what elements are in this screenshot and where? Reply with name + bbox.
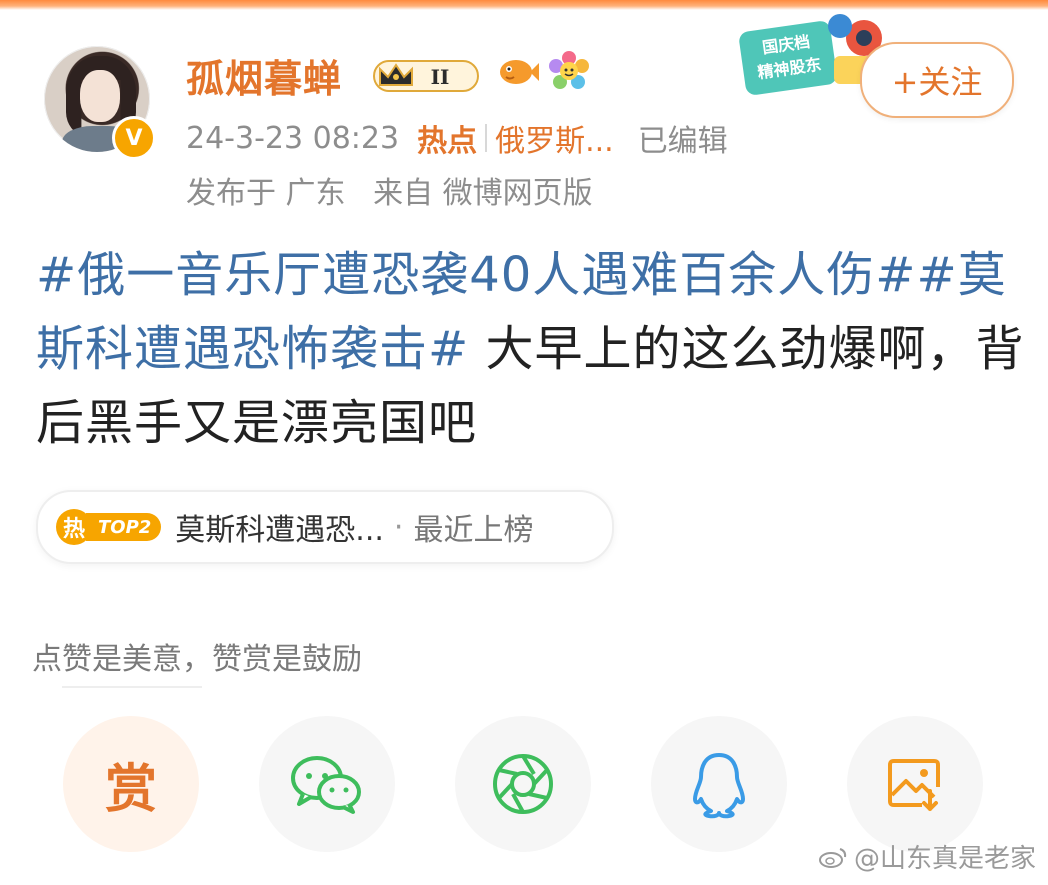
post-source: 来自 微博网页版 — [373, 176, 593, 211]
topic-separator: · — [393, 509, 404, 545]
post-content: #俄一音乐厅遭恐袭40人遇难百余人伤##莫斯科遭遇恐怖袭击# 大早上的这么劲爆啊… — [36, 238, 1026, 460]
watermark-text: @山东真是老家 — [853, 844, 1036, 874]
member-crown-badge-icon[interactable]: II — [372, 55, 482, 95]
post-location: 发布于 广东 — [186, 176, 346, 211]
share-wechat-button[interactable] — [259, 716, 395, 852]
flower-badge-icon[interactable] — [548, 50, 590, 92]
follow-button[interactable]: +关注 — [860, 42, 1014, 118]
hot-rank-badge: 热 TOP2 — [56, 509, 162, 545]
follow-button-label: +关注 — [891, 63, 983, 101]
edited-label[interactable]: 已编辑 — [638, 116, 728, 160]
weibo-logo-icon — [818, 847, 847, 868]
post-timestamp: 24-3-23 08:23 — [186, 120, 400, 156]
hot-topic-link[interactable]: 俄罗斯... — [495, 116, 614, 160]
share-moments-button[interactable] — [455, 716, 591, 852]
topic-title: 莫斯科遭遇恐... — [175, 513, 384, 548]
post-origin-line: 发布于 广东 来自 微博网页版 — [186, 168, 611, 212]
verified-badge-icon: V — [112, 116, 156, 160]
level-badge-text: II — [431, 65, 450, 89]
username[interactable]: 孤烟暮蝉 — [186, 48, 342, 103]
post-meta-line: 24-3-23 08:23 热点 俄罗斯... 已编辑 — [186, 116, 728, 160]
wechat-icon — [291, 756, 361, 814]
top-edge-decoration — [0, 0, 1048, 10]
hot-label[interactable]: 热点 — [417, 116, 477, 160]
save-image-icon — [888, 759, 940, 811]
topic-status: 最近上榜 — [413, 513, 534, 548]
reward-button[interactable]: 赏 — [63, 716, 199, 852]
reward-icon: 赏 — [104, 759, 157, 820]
rank-label: TOP2 — [86, 513, 162, 541]
save-image-button[interactable] — [847, 716, 983, 852]
hashtag-link[interactable]: #俄一音乐厅遭恐袭40人遇难百余人伤# — [36, 247, 917, 303]
fish-badge-icon[interactable] — [496, 52, 540, 92]
reward-divider — [62, 686, 202, 688]
meta-divider — [485, 124, 488, 152]
hot-topic-card[interactable]: 热 TOP2 莫斯科遭遇恐... · 最近上榜 — [36, 490, 614, 564]
avatar-face — [80, 70, 120, 122]
moments-icon — [493, 754, 553, 814]
share-qq-button[interactable] — [651, 716, 787, 852]
qq-icon — [693, 753, 745, 819]
reward-prompt: 点赞是美意，赞赏是鼓励 — [32, 642, 362, 677]
watermark: @山东真是老家 — [818, 838, 1036, 875]
